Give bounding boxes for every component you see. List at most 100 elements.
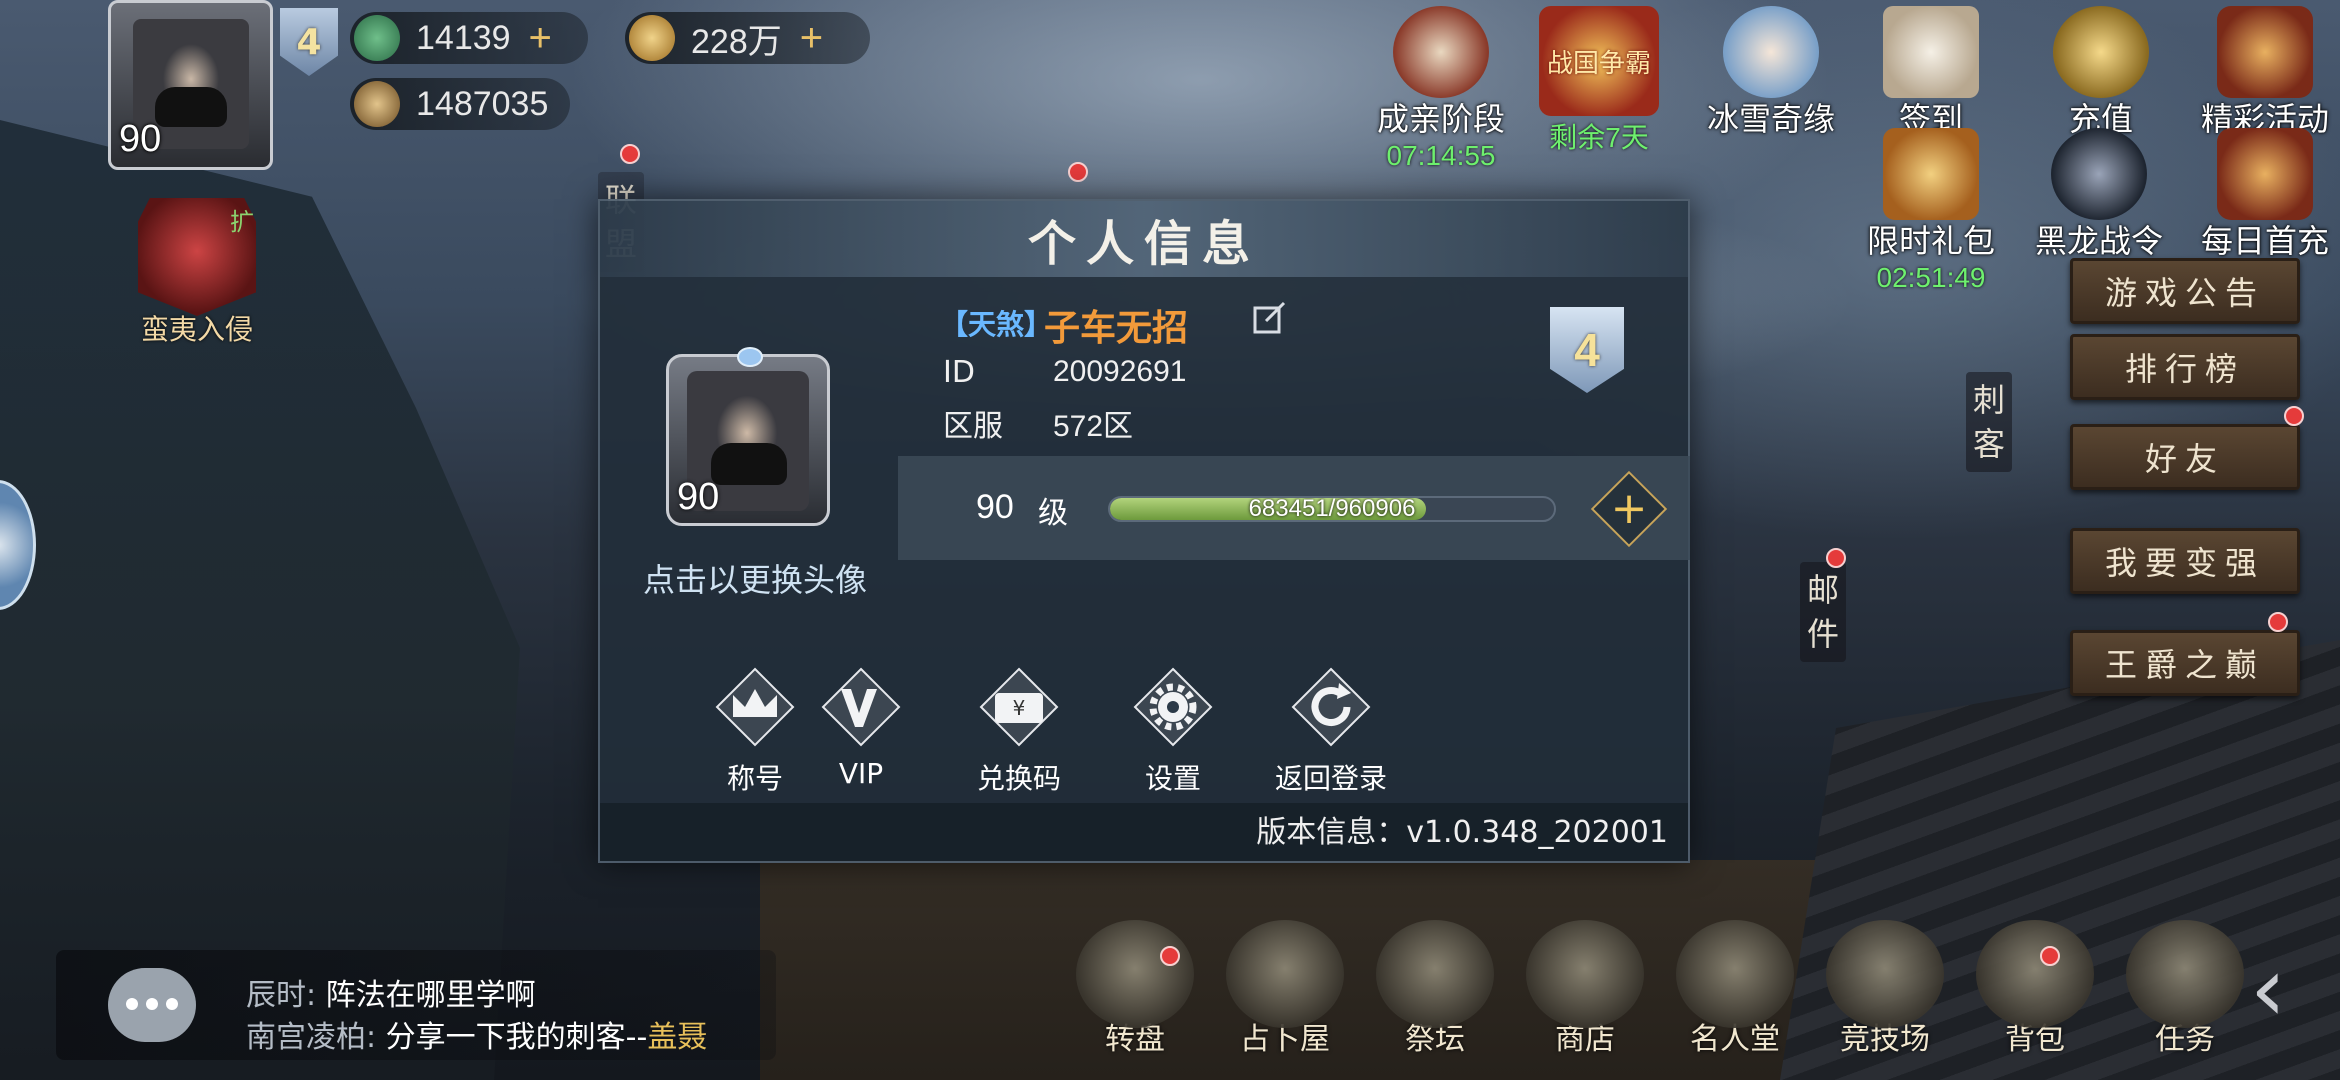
power-icon <box>354 81 400 127</box>
chat-panel[interactable]: 辰时: 阵法在哪里学啊 南宫凌柏: 分享一下我的刺客--盖聂 <box>56 950 776 1060</box>
guild-name: 【天煞】 <box>940 308 1053 341</box>
edit-name-icon[interactable] <box>1252 301 1288 337</box>
coin-value: 228万 <box>691 22 782 61</box>
ice-girl-icon <box>1723 6 1819 98</box>
svg-text:¥: ¥ <box>1013 696 1026 720</box>
warring-states-label: 战国争霸 <box>1546 48 1651 79</box>
profile-avatar-level: 90 <box>677 476 720 518</box>
chat-message-1: 阵法在哪里学啊 <box>325 978 536 1013</box>
chat-sender-1: 辰时: <box>246 978 317 1013</box>
black-dragon-button[interactable]: 黑龙战令 <box>2034 128 2164 262</box>
chat-line-1: 辰时: 阵法在哪里学啊 <box>246 970 536 1014</box>
ice-romance-button[interactable]: 冰雪奇缘 <box>1706 6 1836 140</box>
scroll-icon <box>2126 920 2244 1028</box>
sign-announcement[interactable]: 游戏公告 <box>2070 258 2300 324</box>
signin-button[interactable]: 签到 <box>1866 6 1996 140</box>
altar-button[interactable]: 祭坛 <box>1370 920 1500 1058</box>
wedding-stage-label: 成亲阶段 <box>1376 100 1505 138</box>
side-expand-button[interactable] <box>0 480 36 610</box>
chat-message-2: 分享一下我的刺客-- <box>385 1020 648 1055</box>
jade-icon <box>354 15 400 61</box>
altar-icon <box>1376 920 1494 1028</box>
quest-button[interactable]: 任务 <box>2120 920 2250 1058</box>
warring-states-button[interactable]: 战国争霸 剩余7天 <box>1534 6 1664 156</box>
add-exp-button[interactable]: + <box>1590 470 1668 548</box>
events-button[interactable]: 精彩活动 <box>2200 6 2330 140</box>
vip-button[interactable]: VIP <box>786 663 936 790</box>
sign-king-peak[interactable]: 王爵之巅 <box>2070 630 2300 696</box>
profile-avatar[interactable]: 90 <box>666 347 830 526</box>
treasure-icon <box>2217 6 2313 98</box>
shop-icon <box>1526 920 1644 1028</box>
modal-title: 个人信息 <box>1027 216 1260 272</box>
money-bag-icon <box>2053 6 2149 98</box>
sign-friends[interactable]: 好友 <box>2070 424 2300 490</box>
plus-icon: + <box>1610 483 1648 534</box>
change-avatar-link[interactable]: 点击以更换头像 <box>630 555 880 601</box>
modal-header: 个人信息 <box>600 201 1688 277</box>
assassin-banner[interactable]: 刺客 <box>1966 372 2012 472</box>
hall-of-fame-button[interactable]: 名人堂 <box>1670 920 1800 1058</box>
avatar-level: 90 <box>119 118 162 160</box>
bagua-icon <box>1226 920 1344 1028</box>
server-label: 区服 <box>943 409 1003 444</box>
jade-resource: 14139 + <box>350 12 588 64</box>
recharge-button[interactable]: 充值 <box>2036 6 2166 140</box>
redeem-code-button[interactable]: ¥ 兑换码 <box>944 663 1094 797</box>
daily-first-recharge-label: 每日首充 <box>2200 222 2329 260</box>
player-avatar[interactable]: 90 <box>108 0 273 170</box>
exp-bar: 683451/960906 <box>1108 496 1556 522</box>
ice-romance-label: 冰雪奇缘 <box>1706 100 1835 138</box>
drum-icon <box>1393 6 1489 98</box>
alliance-red-dot <box>620 144 640 164</box>
sign-get-stronger[interactable]: 我要变强 <box>2070 528 2300 594</box>
avatar-mask <box>155 87 227 127</box>
bag-button[interactable]: 背包 <box>1970 920 2100 1058</box>
chat-bubble-icon[interactable] <box>108 968 196 1042</box>
wheel-red-dot <box>1160 946 1180 966</box>
redeem-code-label: 兑换码 <box>976 762 1061 795</box>
black-dragon-label: 黑龙战令 <box>2034 222 2163 260</box>
invade-event-button[interactable]: 蛮夷入侵 扩 <box>132 198 262 350</box>
level-row: 90 级 683451/960906 + <box>898 456 1690 560</box>
back-to-login-button[interactable]: 返回登录 <box>1256 663 1406 797</box>
collapse-arrow-icon[interactable]: ‹ <box>2250 940 2320 1040</box>
warring-states-icon: 战国争霸 <box>1539 6 1659 116</box>
id-value: 20092691 <box>1053 355 1187 388</box>
mail-red-dot <box>1826 548 1846 568</box>
shop-button[interactable]: 商店 <box>1520 920 1650 1058</box>
king-peak-red-dot <box>2268 612 2288 632</box>
vip-badge[interactable]: 4 <box>280 8 338 76</box>
gift-box-icon <box>1883 128 1979 220</box>
version-info: 版本信息：v1.0.348_202001 <box>1256 815 1668 850</box>
id-label: ID <box>943 355 975 390</box>
gear-icon <box>1129 663 1217 751</box>
ticket-icon: ¥ <box>975 663 1063 751</box>
exp-text: 683451/960906 <box>1248 496 1416 522</box>
action-row: 称号 VIP ¥ 兑换码 设置 返回登录 <box>600 663 1688 795</box>
vip-icon <box>817 663 905 751</box>
server-value: 572区 <box>1053 410 1134 443</box>
settings-button[interactable]: 设置 <box>1098 663 1248 797</box>
warring-states-timer: 剩余7天 <box>1549 122 1649 153</box>
mail-banner[interactable]: 邮件 <box>1800 562 1846 662</box>
sign-leaderboard[interactable]: 排行榜 <box>2070 334 2300 400</box>
chest-icon <box>2217 128 2313 220</box>
swords-icon <box>1676 920 1794 1028</box>
wheel-icon <box>1076 920 1194 1028</box>
player-name: 子车无招 <box>1044 308 1189 349</box>
coin-resource: 228万 + <box>625 12 870 64</box>
add-coin-button[interactable]: + <box>800 16 823 61</box>
arena-button[interactable]: 竞技场 <box>1820 920 1950 1058</box>
timed-pack-button[interactable]: 限时礼包 02:51:49 <box>1866 128 1996 294</box>
wedding-stage-button[interactable]: 成亲阶段 07:14:55 <box>1376 6 1506 172</box>
back-to-login-label: 返回登录 <box>1274 762 1387 795</box>
wheel-button[interactable]: 转盘 <box>1070 920 1200 1058</box>
wedding-stage-timer: 07:14:55 <box>1386 140 1496 171</box>
invade-tag: 扩 <box>230 208 254 236</box>
add-jade-button[interactable]: + <box>529 16 552 61</box>
vip-level: 4 <box>296 21 322 63</box>
divination-button[interactable]: 占卜屋 <box>1220 920 1350 1058</box>
daily-first-recharge-button[interactable]: 每日首充 <box>2200 128 2330 262</box>
calendar-icon <box>1883 6 1979 98</box>
